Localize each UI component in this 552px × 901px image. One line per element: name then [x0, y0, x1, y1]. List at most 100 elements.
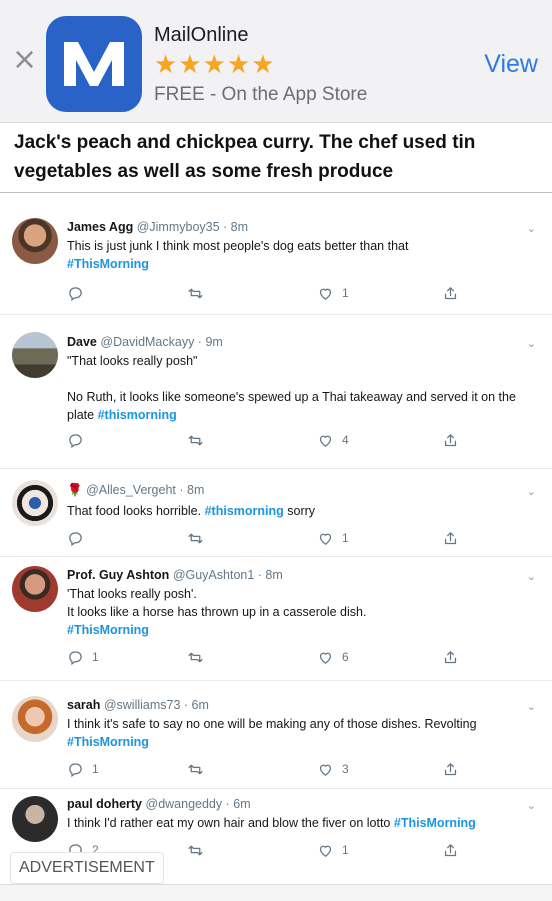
tweet-card[interactable]: 🌹 @Alles_Vergeht · 8m ⌄ That food looks …: [0, 470, 552, 557]
user-name[interactable]: Prof. Guy Ashton: [67, 568, 169, 582]
reply-button[interactable]: [67, 283, 92, 303]
tweet-text: That food looks horrible. #thismorning s…: [67, 502, 537, 520]
share-button[interactable]: [442, 759, 459, 779]
share-icon: [442, 842, 459, 859]
user-handle[interactable]: @DavidMackayy · 9m: [100, 335, 222, 349]
close-icon[interactable]: ×: [12, 45, 37, 75]
tweet-body: I think I'd rather eat my own hair and b…: [67, 816, 391, 830]
tweet-card[interactable]: James Agg @Jimmyboy35 · 8m ⌄ This is jus…: [0, 206, 552, 315]
share-icon: [442, 285, 459, 302]
retweet-button[interactable]: [187, 528, 212, 548]
like-icon: [317, 285, 334, 302]
like-icon: [317, 649, 334, 666]
tweet-quote: "That looks really posh": [67, 354, 198, 368]
share-icon: [442, 432, 459, 449]
like-count: 1: [342, 286, 349, 300]
tweet-actions: 1 6: [67, 647, 537, 667]
avatar[interactable]: [12, 566, 58, 612]
user-name[interactable]: sarah: [67, 698, 100, 712]
share-button[interactable]: [442, 840, 459, 860]
reply-button[interactable]: 1: [67, 759, 99, 779]
app-logo-icon[interactable]: [46, 16, 142, 112]
hashtag-link[interactable]: #ThisMorning: [67, 257, 149, 271]
reply-count: 1: [92, 650, 99, 664]
like-count: 4: [342, 433, 349, 447]
like-count: 1: [342, 531, 349, 545]
like-icon: [317, 530, 334, 547]
avatar[interactable]: [12, 218, 58, 264]
reply-button[interactable]: [67, 430, 92, 450]
view-button[interactable]: View: [484, 50, 538, 79]
chevron-down-icon[interactable]: ⌄: [527, 570, 536, 583]
user-handle[interactable]: @GuyAshton1 · 8m: [173, 568, 283, 582]
tweet-card[interactable]: Prof. Guy Ashton @GuyAshton1 · 8m ⌄ 'Tha…: [0, 556, 552, 681]
reply-button[interactable]: [67, 528, 92, 548]
hashtag-link[interactable]: #thismorning: [205, 504, 284, 518]
share-icon: [442, 761, 459, 778]
user-name[interactable]: paul doherty: [67, 797, 142, 811]
tweet-body: This is just junk I think most people's …: [67, 239, 409, 253]
share-button[interactable]: [442, 528, 459, 548]
retweet-icon: [187, 842, 204, 859]
like-icon: [317, 432, 334, 449]
chevron-down-icon[interactable]: ⌄: [527, 222, 536, 235]
reply-icon: [67, 432, 84, 449]
chevron-down-icon[interactable]: ⌄: [527, 799, 536, 812]
like-button[interactable]: 3: [317, 759, 349, 779]
share-button[interactable]: [442, 283, 459, 303]
tweet-text: "That looks really posh" No Ruth, it loo…: [67, 352, 537, 424]
chevron-down-icon[interactable]: ⌄: [527, 337, 536, 350]
chevron-down-icon[interactable]: ⌄: [527, 485, 536, 498]
avatar[interactable]: [12, 796, 58, 842]
retweet-icon: [187, 530, 204, 547]
retweet-button[interactable]: [187, 430, 212, 450]
divider: [0, 192, 552, 193]
rating-stars: ★★★★★: [154, 50, 276, 80]
user-handle[interactable]: @Alles_Vergeht · 8m: [86, 483, 204, 497]
user-handle[interactable]: @Jimmyboy35 · 8m: [137, 220, 248, 234]
reply-button[interactable]: 1: [67, 647, 99, 667]
like-button[interactable]: 6: [317, 647, 349, 667]
user-name[interactable]: 🌹: [67, 483, 83, 497]
hashtag-link[interactable]: #ThisMorning: [67, 623, 149, 637]
tweet-body: I think it's safe to say no one will be …: [67, 717, 477, 731]
avatar[interactable]: [12, 332, 58, 378]
tweet-actions: 1: [67, 283, 537, 303]
tweet-body: That food looks horrible.: [67, 504, 202, 518]
like-button[interactable]: 1: [317, 840, 349, 860]
retweet-button[interactable]: [187, 283, 212, 303]
user-name[interactable]: James Agg: [67, 220, 133, 234]
app-name: MailOnline: [154, 24, 249, 46]
tweet-card[interactable]: sarah @swilliams73 · 6m ⌄ I think it's s…: [0, 686, 552, 789]
retweet-button[interactable]: [187, 840, 212, 860]
hashtag-link[interactable]: #thismorning: [98, 408, 177, 422]
avatar[interactable]: [12, 696, 58, 742]
like-icon: [317, 842, 334, 859]
like-button[interactable]: 1: [317, 528, 349, 548]
like-button[interactable]: 1: [317, 283, 349, 303]
tweet-card[interactable]: Dave @DavidMackayy · 9m ⌄ "That looks re…: [0, 322, 552, 469]
share-button[interactable]: [442, 647, 459, 667]
hashtag-link[interactable]: #ThisMorning: [67, 735, 149, 749]
chevron-down-icon[interactable]: ⌄: [527, 700, 536, 713]
avatar[interactable]: [12, 480, 58, 526]
bottom-strip: [0, 884, 552, 901]
tweet-quote: 'That looks really posh'.: [67, 587, 197, 601]
like-count: 1: [342, 843, 349, 857]
reply-icon: [67, 649, 84, 666]
retweet-button[interactable]: [187, 759, 212, 779]
like-count: 6: [342, 650, 349, 664]
reply-count: 1: [92, 762, 99, 776]
user-handle[interactable]: @dwangeddy · 6m: [146, 797, 251, 811]
user-handle[interactable]: @swilliams73 · 6m: [104, 698, 209, 712]
tweet-text: I think it's safe to say no one will be …: [67, 715, 537, 751]
like-button[interactable]: 4: [317, 430, 349, 450]
user-name[interactable]: Dave: [67, 335, 97, 349]
like-count: 3: [342, 762, 349, 776]
share-button[interactable]: [442, 430, 459, 450]
reply-icon: [67, 530, 84, 547]
advertisement-label: ADVERTISEMENT: [10, 852, 164, 884]
retweet-button[interactable]: [187, 647, 212, 667]
hashtag-link[interactable]: #ThisMorning: [394, 816, 476, 830]
reply-icon: [67, 761, 84, 778]
